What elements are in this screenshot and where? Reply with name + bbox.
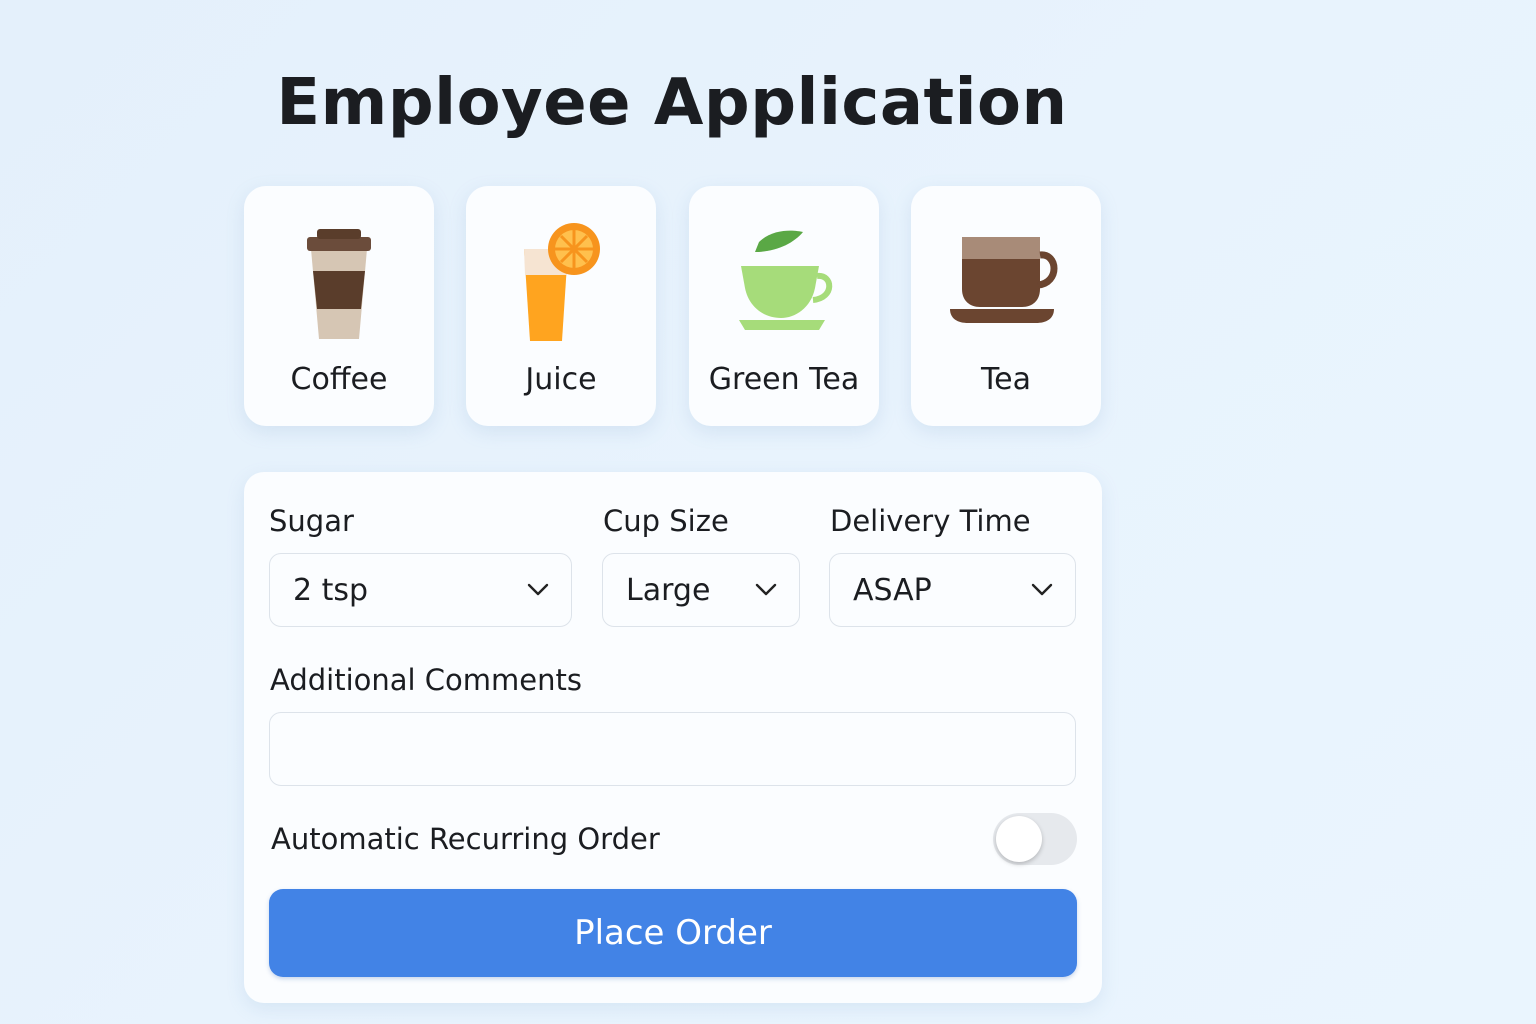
toggle-knob — [996, 816, 1042, 862]
sugar-select[interactable]: 2 tsp — [269, 553, 572, 627]
delivery-time-select[interactable]: ASAP — [829, 553, 1076, 627]
drink-card-coffee[interactable]: Coffee — [244, 186, 434, 426]
drink-label-coffee: Coffee — [290, 362, 388, 397]
comments-label: Additional Comments — [270, 663, 582, 697]
comments-input[interactable] — [269, 712, 1076, 786]
delivery-time-value: ASAP — [853, 572, 932, 608]
coffee-cup-icon — [244, 216, 434, 346]
drink-label-green-tea: Green Tea — [708, 362, 860, 397]
cup-size-label: Cup Size — [603, 504, 729, 538]
sugar-label: Sugar — [269, 504, 354, 538]
chevron-down-icon — [755, 583, 777, 596]
recurring-order-label: Automatic Recurring Order — [271, 822, 660, 856]
cup-size-value: Large — [626, 572, 711, 608]
drink-label-juice: Juice — [525, 362, 597, 397]
page-title: Employee Application — [276, 66, 1068, 140]
delivery-time-label: Delivery Time — [830, 504, 1031, 538]
drink-card-green-tea[interactable]: Green Tea — [689, 186, 879, 426]
drink-card-juice[interactable]: Juice — [466, 186, 656, 426]
drink-card-tea[interactable]: Tea — [911, 186, 1101, 426]
sugar-value: 2 tsp — [293, 572, 369, 608]
green-tea-cup-icon — [689, 216, 879, 346]
chevron-down-icon — [1031, 583, 1053, 596]
cup-size-select[interactable]: Large — [602, 553, 800, 627]
recurring-order-toggle[interactable] — [993, 813, 1077, 865]
drink-label-tea: Tea — [980, 362, 1032, 397]
chevron-down-icon — [527, 583, 549, 596]
tea-cup-icon — [911, 216, 1101, 346]
juice-glass-icon — [466, 216, 656, 346]
order-form: Sugar 2 tsp Cup Size Large Delivery Time… — [244, 472, 1102, 1003]
place-order-button[interactable]: Place Order — [269, 889, 1077, 977]
